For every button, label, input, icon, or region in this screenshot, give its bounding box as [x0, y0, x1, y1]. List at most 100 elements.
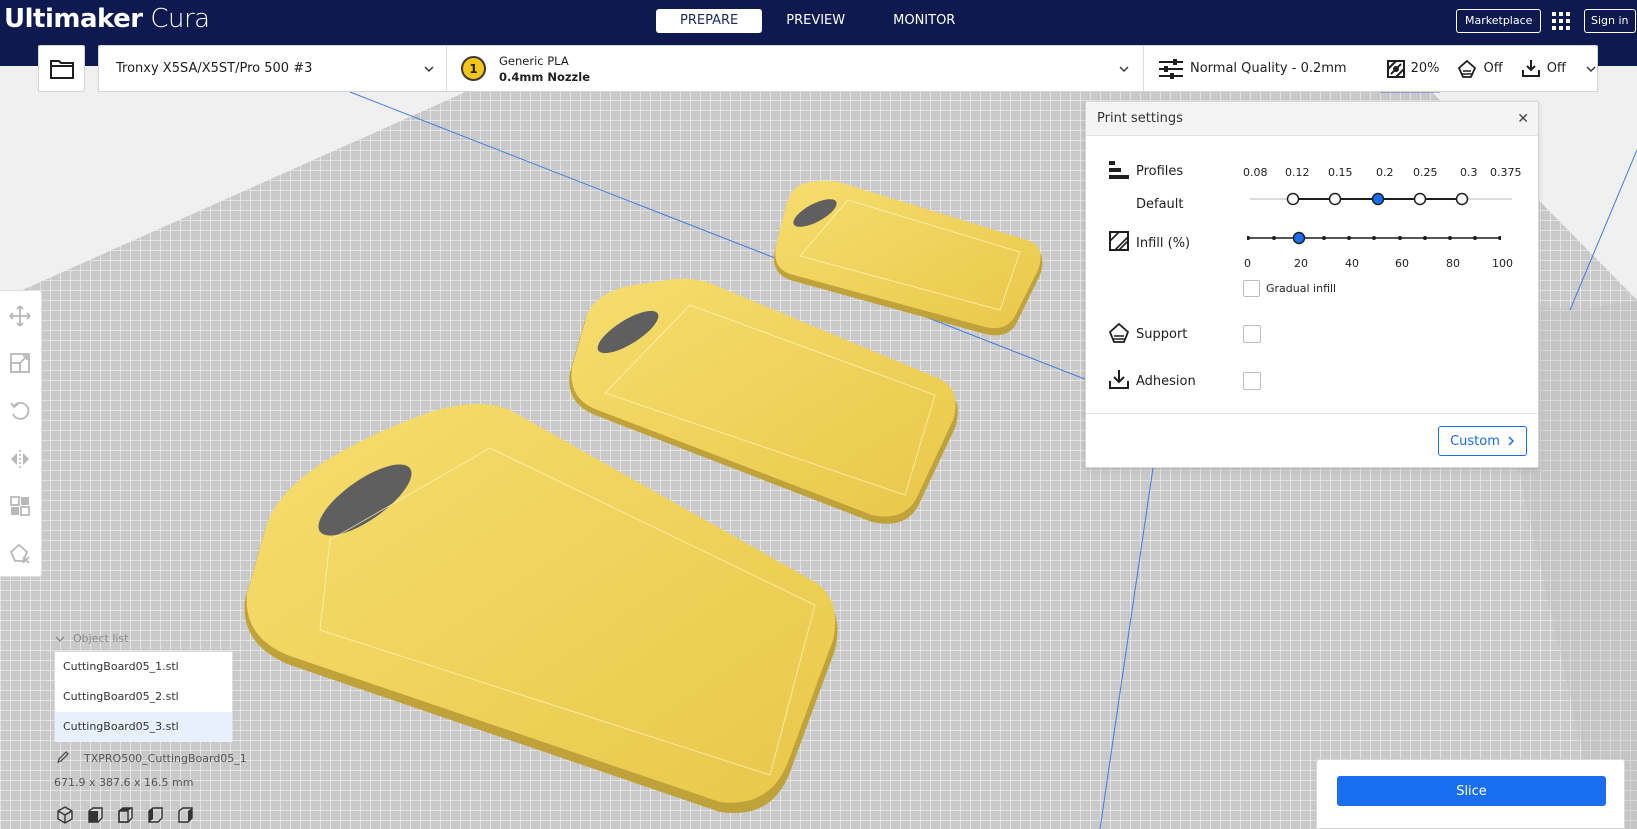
left-toolbar	[0, 290, 42, 577]
app-logo: Ultimaker Cura	[4, 4, 210, 34]
open-file-button[interactable]	[38, 45, 85, 92]
layer-height-1: 0.12	[1285, 166, 1310, 179]
tab-preview[interactable]: PREVIEW	[762, 9, 869, 33]
object-list: CuttingBoard05_1.stl CuttingBoard05_2.st…	[54, 651, 233, 742]
printer-selector[interactable]: Tronxy X5SA/X5ST/Pro 500 #3	[99, 46, 447, 91]
print-settings-panel: Print settings ✕ Profiles Default 0.08 0…	[1085, 101, 1539, 468]
infill-tick-60: 60	[1395, 257, 1409, 270]
printer-name: Tronxy X5SA/X5ST/Pro 500 #3	[116, 61, 313, 76]
infill-icon	[1386, 59, 1405, 78]
material-selector[interactable]: 1 Generic PLA 0.4mm Nozzle	[447, 46, 1144, 91]
infill-tick-0: 0	[1244, 257, 1251, 270]
slice-button[interactable]: Slice	[1337, 776, 1606, 806]
front-view-icon[interactable]	[85, 805, 105, 825]
panel-header: Print settings ✕	[1086, 102, 1538, 136]
move-icon	[9, 305, 31, 327]
3d-view-icon[interactable]	[55, 805, 75, 825]
layer-height-5: 0.3	[1460, 166, 1478, 179]
adhesion-summary: Off	[1521, 59, 1566, 79]
layer-height-6: 0.375	[1490, 166, 1522, 179]
extruder-badge: 1	[461, 56, 486, 81]
gradual-infill-checkbox[interactable]	[1243, 280, 1260, 297]
model-dimensions: 671.9 x 387.6 x 16.5 mm	[54, 776, 194, 789]
adhesion-icon	[1109, 370, 1129, 389]
layer-height-2: 0.15	[1328, 166, 1353, 179]
pencil-icon[interactable]	[56, 750, 70, 764]
support-icon	[1108, 322, 1130, 343]
print-settings-summary[interactable]: Normal Quality - 0.2mm 20% Off Off	[1144, 46, 1597, 91]
per-model-settings-tool[interactable]	[6, 492, 34, 520]
object-list-header[interactable]: Object list	[55, 632, 128, 645]
mirror-icon	[11, 450, 29, 468]
move-tool[interactable]	[6, 302, 34, 330]
profiles-icon	[1109, 161, 1129, 179]
scale-icon	[10, 353, 30, 373]
chevron-down-icon	[1119, 66, 1129, 72]
logo-light: Cura	[150, 4, 210, 34]
rotate-icon	[10, 401, 30, 420]
support-summary: Off	[1457, 59, 1503, 79]
infill-tick-20: 20	[1294, 257, 1308, 270]
gradual-infill-label: Gradual infill	[1266, 282, 1337, 295]
layer-height-0: 0.08	[1243, 166, 1268, 179]
marketplace-button[interactable]: Marketplace	[1456, 9, 1542, 33]
infill-value: 20%	[1410, 61, 1440, 76]
list-item[interactable]: CuttingBoard05_1.stl	[55, 652, 232, 682]
infill-summary: 20%	[1386, 59, 1440, 78]
layer-height-4: 0.25	[1413, 166, 1438, 179]
logo-bold: Ultimaker	[4, 4, 143, 34]
adhesion-value: Off	[1546, 61, 1566, 76]
support-value: Off	[1483, 61, 1503, 76]
infill-tick-40: 40	[1345, 257, 1359, 270]
infill-icon	[1109, 231, 1129, 251]
chevron-down-icon	[424, 66, 434, 72]
sliders-icon	[1159, 58, 1183, 79]
layer-height-3: 0.2	[1376, 166, 1394, 179]
rotate-tool[interactable]	[6, 397, 34, 425]
list-item[interactable]: CuttingBoard05_3.stl	[55, 712, 232, 742]
slice-panel: Slice	[1316, 759, 1625, 829]
mirror-tool[interactable]	[6, 445, 34, 473]
close-icon[interactable]: ✕	[1517, 112, 1529, 126]
list-item[interactable]: CuttingBoard05_2.stl	[55, 682, 232, 712]
support-checkbox[interactable]	[1243, 325, 1261, 343]
tab-prepare[interactable]: PREPARE	[656, 9, 763, 33]
per-model-settings-icon	[10, 496, 30, 516]
object-list-title: Object list	[73, 632, 129, 645]
support-blocker-icon	[9, 543, 30, 564]
profiles-label: Profiles	[1136, 164, 1184, 179]
infill-slider[interactable]	[1247, 231, 1501, 245]
adhesion-label: Adhesion	[1136, 374, 1196, 389]
panel-title: Print settings	[1097, 111, 1183, 126]
job-name[interactable]: TXPRO500_CuttingBoard05_1	[84, 752, 247, 765]
camera-view-buttons	[55, 805, 195, 825]
adhesion-icon	[1521, 59, 1540, 77]
stage-tabs: PREPARE PREVIEW MONITOR	[656, 9, 979, 33]
support-icon	[1458, 59, 1477, 78]
layer-height-slider[interactable]	[1250, 192, 1512, 206]
infill-label: Infill (%)	[1136, 236, 1191, 251]
apps-grid-icon[interactable]	[1550, 10, 1572, 32]
top-view-icon[interactable]	[115, 805, 135, 825]
chevron-down-icon	[55, 636, 65, 642]
sign-in-button[interactable]: Sign in	[1584, 9, 1636, 33]
custom-label: Custom	[1450, 433, 1500, 449]
adhesion-checkbox[interactable]	[1243, 372, 1261, 390]
support-label: Support	[1136, 327, 1188, 342]
support-blocker-tool[interactable]	[6, 540, 34, 568]
tab-monitor[interactable]: MONITOR	[869, 9, 979, 33]
quality-summary: Normal Quality - 0.2mm	[1158, 58, 1347, 80]
header-toolbar: Tronxy X5SA/X5ST/Pro 500 #3 1 Generic PL…	[98, 45, 1598, 92]
scale-tool[interactable]	[6, 349, 34, 377]
folder-icon	[49, 59, 74, 79]
right-view-icon[interactable]	[175, 805, 195, 825]
custom-button[interactable]: Custom	[1438, 426, 1527, 456]
chevron-right-icon	[1508, 436, 1514, 446]
chevron-down-icon	[1586, 66, 1596, 72]
profile-name: Default	[1136, 197, 1184, 212]
left-view-icon[interactable]	[145, 805, 165, 825]
quality-label: Normal Quality - 0.2mm	[1190, 61, 1347, 76]
infill-tick-80: 80	[1446, 257, 1460, 270]
nozzle-name: 0.4mm Nozzle	[499, 70, 590, 84]
material-name: Generic PLA	[499, 54, 569, 68]
